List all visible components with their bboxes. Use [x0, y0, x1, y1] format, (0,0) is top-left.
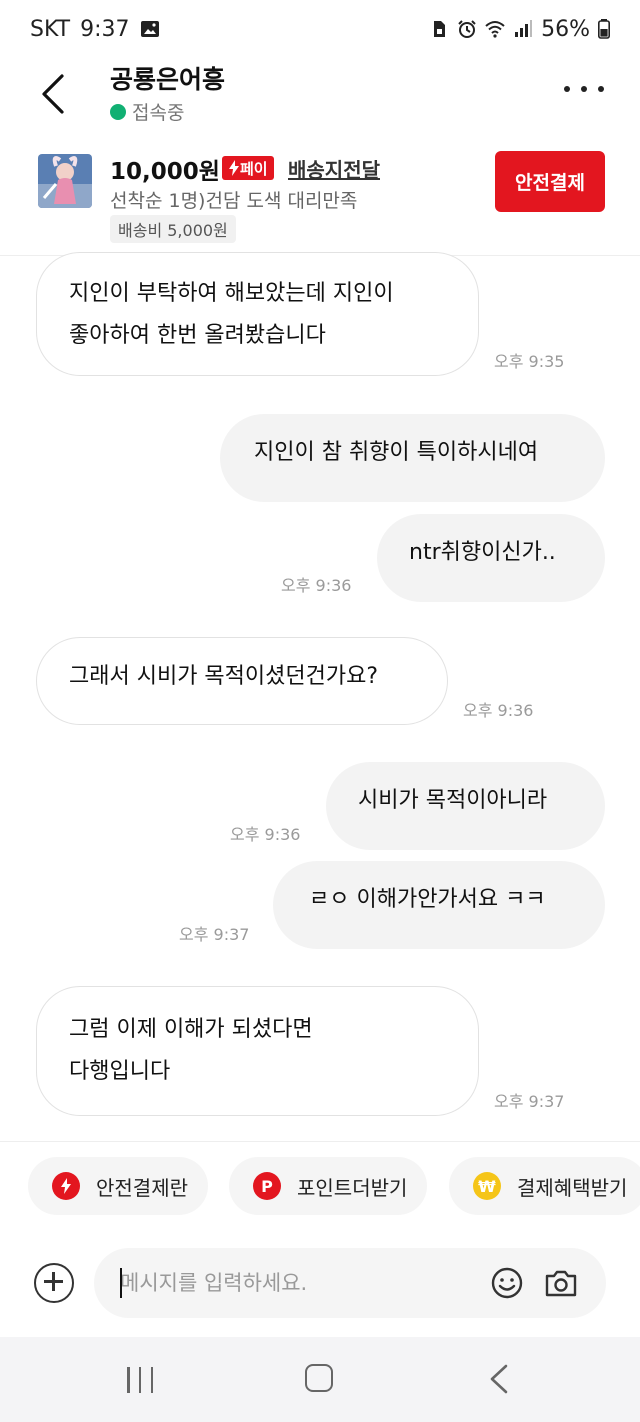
- online-status: 접속중: [110, 98, 184, 125]
- product-thumbnail[interactable]: [38, 154, 92, 208]
- point-p-icon: P: [253, 1172, 281, 1200]
- more-options-icon[interactable]: [564, 86, 604, 98]
- lightning-icon: [229, 160, 239, 176]
- text-caret: [120, 1268, 122, 1298]
- wifi-icon: [485, 21, 505, 38]
- message-timestamp: 오후 9:36: [281, 576, 352, 595]
- lightning-icon: [52, 1172, 80, 1200]
- message-input[interactable]: [120, 1248, 480, 1318]
- nav-back-icon[interactable]: [488, 1364, 510, 1394]
- won-coin-icon: ₩: [473, 1172, 501, 1200]
- message-bubble-sent[interactable]: 지인이 참 취향이 특이하시네여: [220, 414, 605, 502]
- chat-partner-name: 공룡은어흥: [110, 65, 226, 94]
- recent-apps-icon[interactable]: [127, 1367, 153, 1393]
- pay-badge: 페이: [222, 156, 274, 180]
- chat-header: 공룡은어흥 접속중: [0, 58, 640, 138]
- back-arrow-icon[interactable]: [36, 72, 76, 116]
- message-timestamp: 오후 9:35: [494, 352, 565, 371]
- carrier-label: SKT: [30, 16, 71, 42]
- delivery-address-link[interactable]: 배송지전달: [288, 154, 380, 183]
- message-bubble-sent[interactable]: ㄹㅇ 이해가안가서요 ㅋㅋ: [273, 861, 605, 949]
- message-timestamp: 오후 9:36: [230, 825, 301, 844]
- alarm-icon: [458, 20, 476, 38]
- battery-percent: 56%: [541, 16, 590, 42]
- message-timestamp: 오후 9:36: [463, 701, 534, 720]
- battery-icon: [598, 19, 610, 39]
- message-bubble-received[interactable]: 그래서 시비가 목적이셨던건가요?: [36, 637, 448, 725]
- message-timestamp: 오후 9:37: [179, 925, 250, 944]
- product-price: 10,000원: [110, 159, 220, 185]
- quick-action-safe-pay-info[interactable]: 안전결제란: [28, 1157, 208, 1215]
- message-timestamp: 오후 9:37: [494, 1092, 565, 1111]
- clock: 9:37: [80, 16, 130, 42]
- signal-icon: [515, 20, 533, 37]
- product-name: 선착순 1명)건담 도색 대리만족: [110, 190, 358, 212]
- message-input-container[interactable]: [94, 1248, 606, 1318]
- message-bubble-received[interactable]: 그럼 이제 이해가 되셨다면 다행입니다: [36, 986, 479, 1116]
- attach-plus-icon[interactable]: [34, 1263, 74, 1303]
- quick-action-more-points[interactable]: P 포인트더받기: [229, 1157, 428, 1215]
- message-bubble-sent[interactable]: ntr취향이신가..: [377, 514, 605, 602]
- product-info-bar[interactable]: 10,000원 페이 배송지전달 선착순 1명)건담 도색 대리만족 배송비 5…: [0, 148, 640, 248]
- camera-icon[interactable]: [544, 1266, 578, 1300]
- gallery-icon: [140, 21, 159, 37]
- message-bubble-sent[interactable]: 시비가 목적이아니라: [326, 762, 605, 850]
- status-bar: SKT 9:37 56%: [0, 0, 640, 58]
- safe-pay-button[interactable]: 안전결제: [495, 151, 605, 212]
- home-icon[interactable]: [305, 1364, 333, 1392]
- quick-action-payment-benefit[interactable]: ₩ 결제혜택받기: [449, 1157, 640, 1215]
- quick-actions-divider: [0, 1141, 640, 1142]
- system-navigation-bar: [0, 1337, 640, 1422]
- emoji-icon[interactable]: [490, 1266, 524, 1300]
- sim-icon: [434, 21, 446, 37]
- online-dot-icon: [110, 103, 126, 120]
- shipping-fee-badge: 배송비 5,000원: [110, 215, 236, 243]
- online-status-label: 접속중: [132, 102, 185, 124]
- message-bubble-received[interactable]: 지인이 부탁하여 해보았는데 지인이 좋아하여 한번 올려봤습니다: [36, 252, 479, 376]
